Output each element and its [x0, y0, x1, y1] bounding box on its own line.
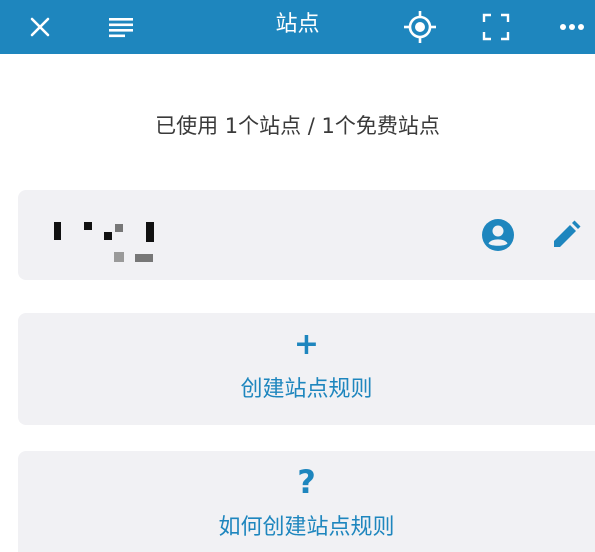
- account-icon[interactable]: [478, 215, 518, 255]
- question-icon: ?: [297, 463, 316, 501]
- top-app-bar: 站点: [0, 0, 595, 54]
- howto-label: 如何创建站点规则: [218, 515, 395, 540]
- howto-button[interactable]: ? 如何创建站点规则: [18, 451, 595, 552]
- close-icon[interactable]: [15, 0, 65, 54]
- site-card[interactable]: [18, 190, 595, 280]
- scan-icon[interactable]: [471, 0, 521, 54]
- locate-icon[interactable]: [395, 0, 445, 54]
- menu-icon[interactable]: [96, 0, 146, 54]
- edit-icon[interactable]: [546, 215, 586, 255]
- redacted-site-name: [54, 220, 164, 266]
- plus-icon: +: [293, 327, 320, 362]
- site-usage-text: 已使用 1个站点 / 1个免费站点: [155, 114, 440, 138]
- create-rule-button[interactable]: + 创建站点规则: [18, 313, 595, 425]
- create-rule-label: 创建站点规则: [240, 377, 373, 402]
- more-icon[interactable]: [547, 0, 595, 54]
